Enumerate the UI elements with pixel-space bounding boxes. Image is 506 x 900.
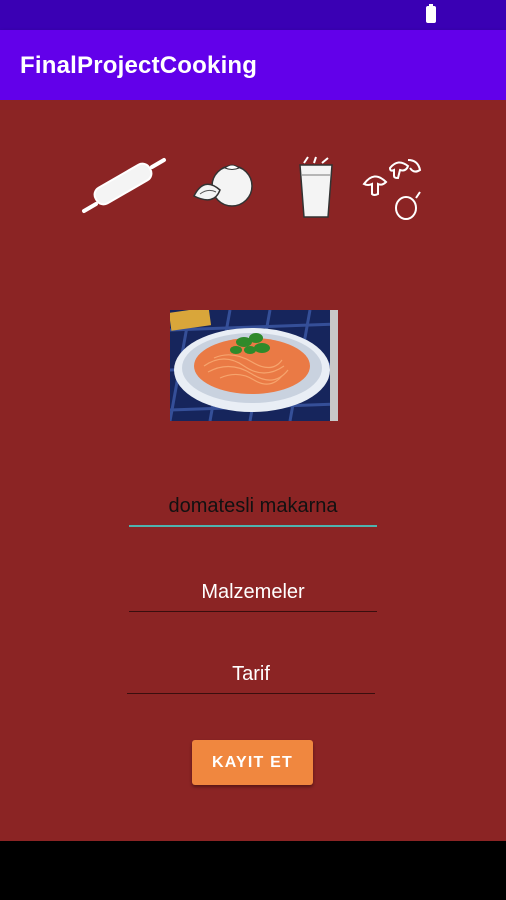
recipe-value: Tarif [232,663,270,685]
recipe-field[interactable]: Tarif [127,660,375,694]
dish-photo [170,310,338,421]
recipe-underline [127,693,375,694]
navigation-bar [0,841,506,900]
ingredients-underline [129,611,377,612]
pasta-bowl-image [170,310,338,421]
rolling-pin-icon [82,158,166,213]
mushroom-icon [362,159,422,220]
ingredients-value: Malzemeler [201,581,305,603]
app-title: FinalProjectCooking [20,52,258,79]
save-button[interactable]: KAYIT ET [192,740,313,785]
cup-icon [299,156,333,218]
decorative-icons-row [0,155,506,235]
tomato-icon [192,164,253,207]
recipe-name-underline [129,525,377,527]
app-bar: FinalProjectCooking [0,30,506,100]
recipe-name-field[interactable]: domatesli makarna [129,492,377,527]
ingredients-field[interactable]: Malzemeler [129,578,377,612]
battery-icon [426,4,436,23]
main-content: domatesli makarna Malzemeler Tarif KAYIT… [0,100,506,841]
recipe-name-value: domatesli makarna [168,495,338,517]
status-bar [0,0,506,30]
